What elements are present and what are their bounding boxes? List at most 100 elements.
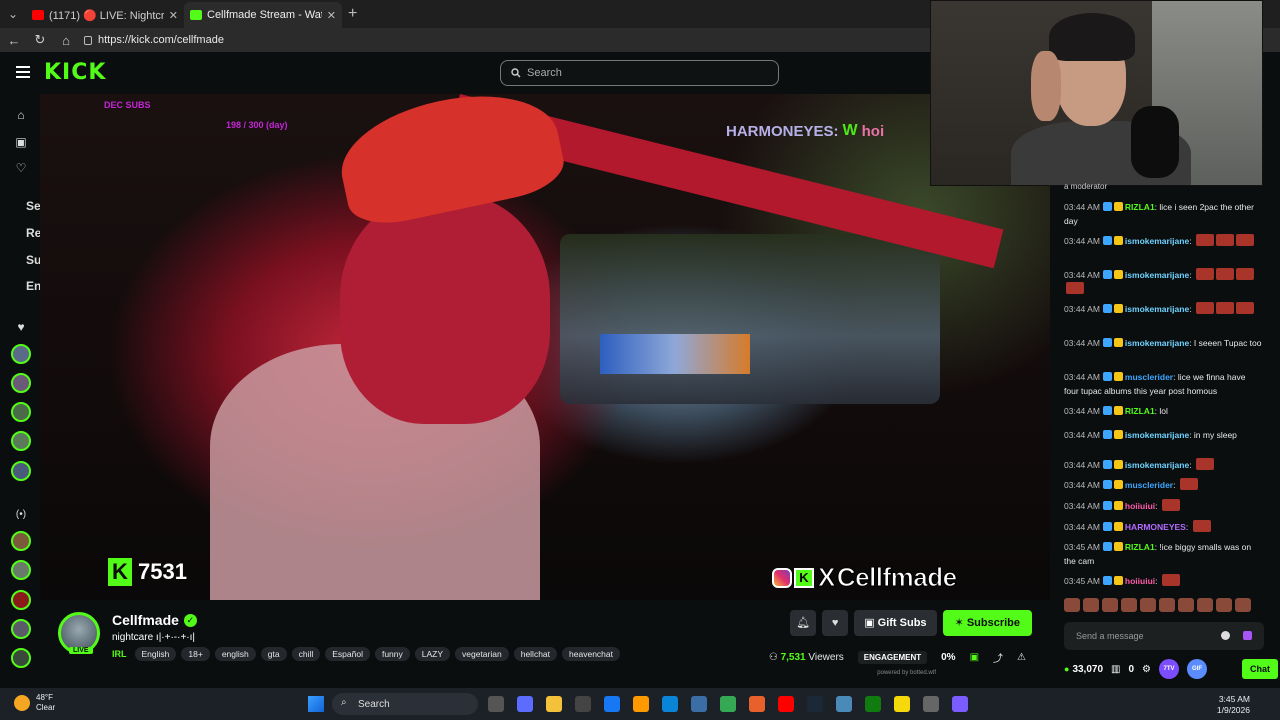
tag-pill[interactable]: English <box>134 647 177 661</box>
chat-emote-icon[interactable] <box>1215 302 1234 314</box>
tag-pill[interactable]: 18+ <box>181 647 210 661</box>
following-nav-icon[interactable]: ♡ <box>14 161 28 175</box>
gif-icon[interactable]: GIF <box>1187 659 1208 679</box>
chat-username[interactable]: musclerider <box>1125 480 1173 490</box>
tag-pill[interactable]: heavenchat <box>562 647 620 661</box>
tag-pill[interactable]: hellchat <box>513 647 558 661</box>
tag-pill[interactable]: LAZY <box>414 647 451 661</box>
browse-nav-icon[interactable]: ▣ <box>14 135 28 149</box>
video-player[interactable]: DEC SUBS 198 / 300 (day) HARMONEYES: W h… <box>40 94 1050 600</box>
channel-name[interactable]: Cellfmade <box>112 612 179 628</box>
emote-icon[interactable] <box>1235 598 1251 612</box>
chat-username[interactable]: ismokemarijane <box>1125 338 1189 348</box>
app-icon[interactable] <box>836 696 852 712</box>
recommended-channel-avatar[interactable] <box>11 648 31 668</box>
chat-emote-icon[interactable] <box>1161 574 1180 586</box>
kick-logo[interactable]: KICK <box>44 60 106 85</box>
reload-icon[interactable]: ↻ <box>32 32 48 48</box>
weather-widget[interactable]: 48°F Clear <box>14 693 55 713</box>
share-icon[interactable]: ⤴ <box>993 650 1003 665</box>
system-clock[interactable]: 3:45 AM 1/9/2026 <box>1217 694 1250 716</box>
youtube-app-icon[interactable] <box>778 696 794 712</box>
home-icon[interactable]: ⌂ <box>58 33 74 48</box>
chat-emote-icon[interactable] <box>1179 478 1198 490</box>
chat-emote-icon[interactable] <box>1161 499 1180 511</box>
chat-emote-icon[interactable] <box>1215 234 1234 246</box>
chest-icon[interactable]: ▥ <box>1111 664 1120 675</box>
tab-list-icon[interactable]: ⌄ <box>0 0 26 28</box>
tag-pill[interactable]: funny <box>374 647 410 661</box>
chat-username[interactable]: HARMONEYES <box>1125 522 1186 532</box>
chat-username[interactable]: ismokemarijane <box>1125 236 1189 246</box>
chat-username[interactable]: RIZLA1 <box>1125 406 1155 416</box>
menu-icon[interactable] <box>16 66 30 81</box>
task-view-icon[interactable] <box>488 696 504 712</box>
emote-icon[interactable] <box>1159 598 1175 612</box>
windows-start-icon[interactable] <box>308 696 324 712</box>
chat-emote-icon[interactable] <box>1195 234 1214 246</box>
xbox-icon[interactable] <box>865 696 881 712</box>
browser-tab-1[interactable]: (1171) 🔴 LIVE: Nightcrawl | L ✕ <box>26 2 184 28</box>
chat-username[interactable]: ismokemarijane <box>1125 270 1189 280</box>
notes-icon[interactable] <box>894 696 910 712</box>
facebook-icon[interactable] <box>604 696 620 712</box>
follow-heart-icon[interactable]: ♥ <box>822 610 849 636</box>
tag-pill[interactable]: chill <box>291 647 321 661</box>
chat-emote-icon[interactable] <box>1235 302 1254 314</box>
obs-icon[interactable] <box>923 696 939 712</box>
recommended-channel-avatar[interactable] <box>11 560 31 580</box>
tag-pill[interactable]: vegetarian <box>455 647 509 661</box>
emote-icon[interactable] <box>1102 598 1118 612</box>
taskbar-search[interactable]: ⌕ Search <box>332 693 478 715</box>
chat-username[interactable]: RIZLA1 <box>1125 542 1155 552</box>
followed-channel-avatar[interactable] <box>11 373 31 393</box>
gift-icon[interactable] <box>1243 631 1252 640</box>
send-chat-button[interactable]: Chat <box>1242 659 1278 679</box>
chat-message-input[interactable]: Send a message <box>1064 622 1264 650</box>
copilot-icon[interactable] <box>517 696 533 712</box>
gift-subs-button[interactable]: ▣ Gift Subs <box>854 610 937 636</box>
chat-username[interactable]: hoiiuiui <box>1125 501 1155 511</box>
chat-emote-icon[interactable] <box>1235 268 1254 280</box>
chat-username[interactable]: RIZLA1 <box>1125 202 1155 212</box>
7tv-icon[interactable]: 7TV <box>1159 659 1180 679</box>
emote-icon[interactable] <box>1140 598 1156 612</box>
chrome-icon[interactable] <box>720 696 736 712</box>
subscribe-button[interactable]: ✶ Subscribe <box>942 610 1032 636</box>
recommended-channel-avatar[interactable] <box>11 531 31 551</box>
chat-emote-icon[interactable] <box>1192 520 1211 532</box>
sidebar-item-1[interactable]: Se <box>26 199 41 213</box>
emote-icon[interactable] <box>1216 598 1232 612</box>
notification-bell-icon[interactable]: 🔔︎ <box>790 610 817 636</box>
tag-pill[interactable]: english <box>214 647 256 661</box>
new-tab-icon[interactable]: + <box>348 5 357 23</box>
tag-pill[interactable]: gta <box>260 647 287 661</box>
chat-emote-icon[interactable] <box>1215 268 1234 280</box>
chat-emote-icon[interactable] <box>1066 282 1084 294</box>
edge-icon[interactable] <box>662 696 678 712</box>
browser-tab-2[interactable]: Cellfmade Stream - Watch Li ✕ <box>184 2 342 28</box>
home-nav-icon[interactable]: ⌂ <box>14 108 28 122</box>
back-icon[interactable]: ← <box>6 33 22 48</box>
emote-icon[interactable] <box>1064 598 1080 612</box>
emote-icon[interactable] <box>1197 598 1213 612</box>
settings-icon[interactable]: ⚙ <box>1142 664 1151 675</box>
app-icon[interactable] <box>952 696 968 712</box>
chat-emote-icon[interactable] <box>1195 458 1214 470</box>
chat-username[interactable]: hoiiuiui <box>1125 576 1155 586</box>
chat-username[interactable]: ismokemarijane <box>1125 430 1189 440</box>
chat-username[interactable]: ismokemarijane <box>1125 460 1189 470</box>
emote-icon[interactable] <box>1083 598 1099 612</box>
chat-username[interactable]: musclerider <box>1125 372 1173 382</box>
channel-points[interactable]: 33,070 <box>1064 664 1103 675</box>
report-icon[interactable]: ⚠ <box>1017 652 1026 663</box>
chat-emote-icon[interactable] <box>1235 234 1254 246</box>
close-tab-icon[interactable]: ✕ <box>327 9 336 22</box>
calculator-icon[interactable] <box>691 696 707 712</box>
recommended-channel-avatar[interactable] <box>11 590 31 610</box>
amazon-icon[interactable] <box>633 696 649 712</box>
store-icon[interactable] <box>575 696 591 712</box>
followed-channel-avatar[interactable] <box>11 402 31 422</box>
steam-icon[interactable] <box>807 696 823 712</box>
followed-channel-avatar[interactable] <box>11 431 31 451</box>
